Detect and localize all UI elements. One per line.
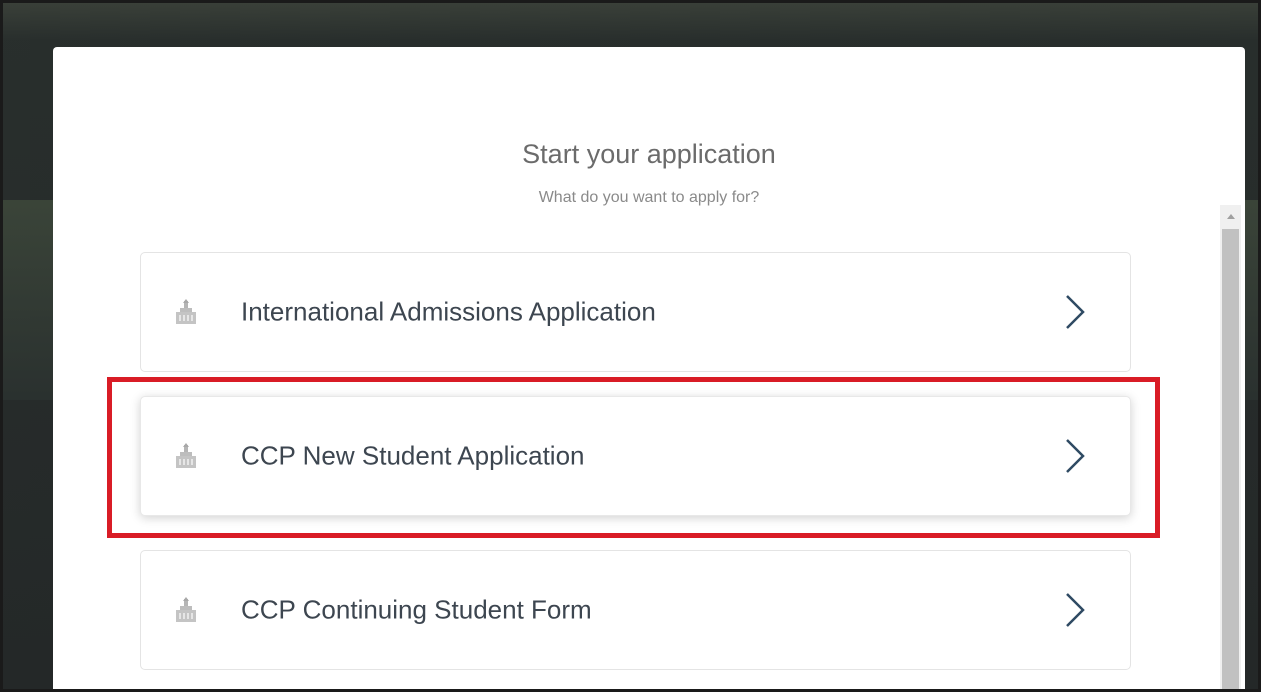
scrollbar-thumb[interactable]	[1222, 229, 1239, 692]
modal-subtitle: What do you want to apply for?	[538, 189, 760, 206]
background-detail-left	[0, 200, 60, 400]
building-icon	[176, 597, 196, 622]
chevron-right-icon	[1066, 439, 1085, 473]
modal-title: Start your application	[522, 139, 776, 169]
option-label: CCP New Student Application	[241, 440, 585, 471]
building-icon	[176, 299, 196, 324]
scroll-up-arrow-icon[interactable]	[1220, 205, 1241, 227]
option-ccp-continuing-student[interactable]: CCP Continuing Student Form	[140, 550, 1131, 670]
option-international-admissions[interactable]: International Admissions Application	[140, 252, 1131, 372]
option-label: International Admissions Application	[241, 296, 656, 327]
option-label: CCP Continuing Student Form	[241, 594, 592, 625]
building-icon	[176, 443, 196, 468]
chevron-right-icon	[1066, 295, 1085, 329]
modal-scrollbar[interactable]	[1220, 205, 1241, 692]
option-ccp-new-student[interactable]: CCP New Student Application	[140, 396, 1131, 516]
chevron-right-icon	[1066, 593, 1085, 627]
